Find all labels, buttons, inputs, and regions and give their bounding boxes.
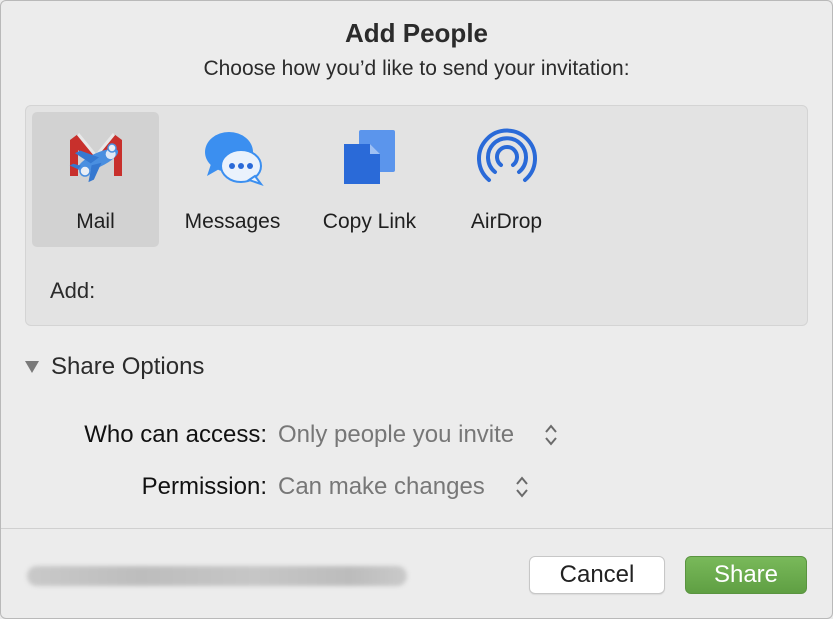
dialog-subtitle: Choose how you’d like to send your invit… (203, 57, 630, 80)
share-options-disclosure[interactable]: Share Options (25, 353, 204, 381)
redacted-account-text (27, 566, 407, 586)
mail-icon (32, 126, 159, 190)
add-recipients-field[interactable] (116, 274, 740, 308)
permission-popup[interactable]: Can make changes (278, 473, 529, 501)
cancel-button[interactable]: Cancel (529, 556, 665, 594)
service-label: Mail (76, 210, 115, 233)
service-copy-link[interactable]: Copy Link (306, 112, 433, 247)
up-down-chevron-icon (515, 474, 529, 500)
footer-divider (1, 528, 832, 529)
service-airdrop[interactable]: AirDrop (443, 112, 570, 247)
share-service-panel: Mail Messages Copy Link AirDrop Add: (25, 105, 808, 326)
service-mail[interactable]: Mail (32, 112, 159, 247)
share-button[interactable]: Share (685, 556, 807, 594)
service-label: Messages (184, 210, 281, 233)
up-down-chevron-icon (544, 422, 558, 448)
who-can-access-value: Only people you invite (278, 421, 515, 448)
service-label: Copy Link (322, 210, 417, 233)
airdrop-icon (443, 126, 570, 190)
permission-label: Permission: (141, 473, 267, 500)
share-options-label: Share Options (51, 353, 205, 380)
permission-value: Can make changes (278, 473, 485, 500)
copy-link-icon (306, 126, 433, 190)
add-people-dialog: Add People Choose how you’d like to send… (0, 0, 833, 619)
who-can-access-label: Who can access: (84, 421, 267, 448)
messages-icon (169, 126, 296, 190)
service-messages[interactable]: Messages (169, 112, 296, 247)
disclosure-triangle-icon[interactable] (25, 361, 39, 373)
who-can-access-popup[interactable]: Only people you invite (278, 421, 558, 449)
service-label: AirDrop (470, 210, 543, 233)
add-label: Add: (50, 278, 96, 303)
dialog-title: Add People (344, 18, 488, 48)
